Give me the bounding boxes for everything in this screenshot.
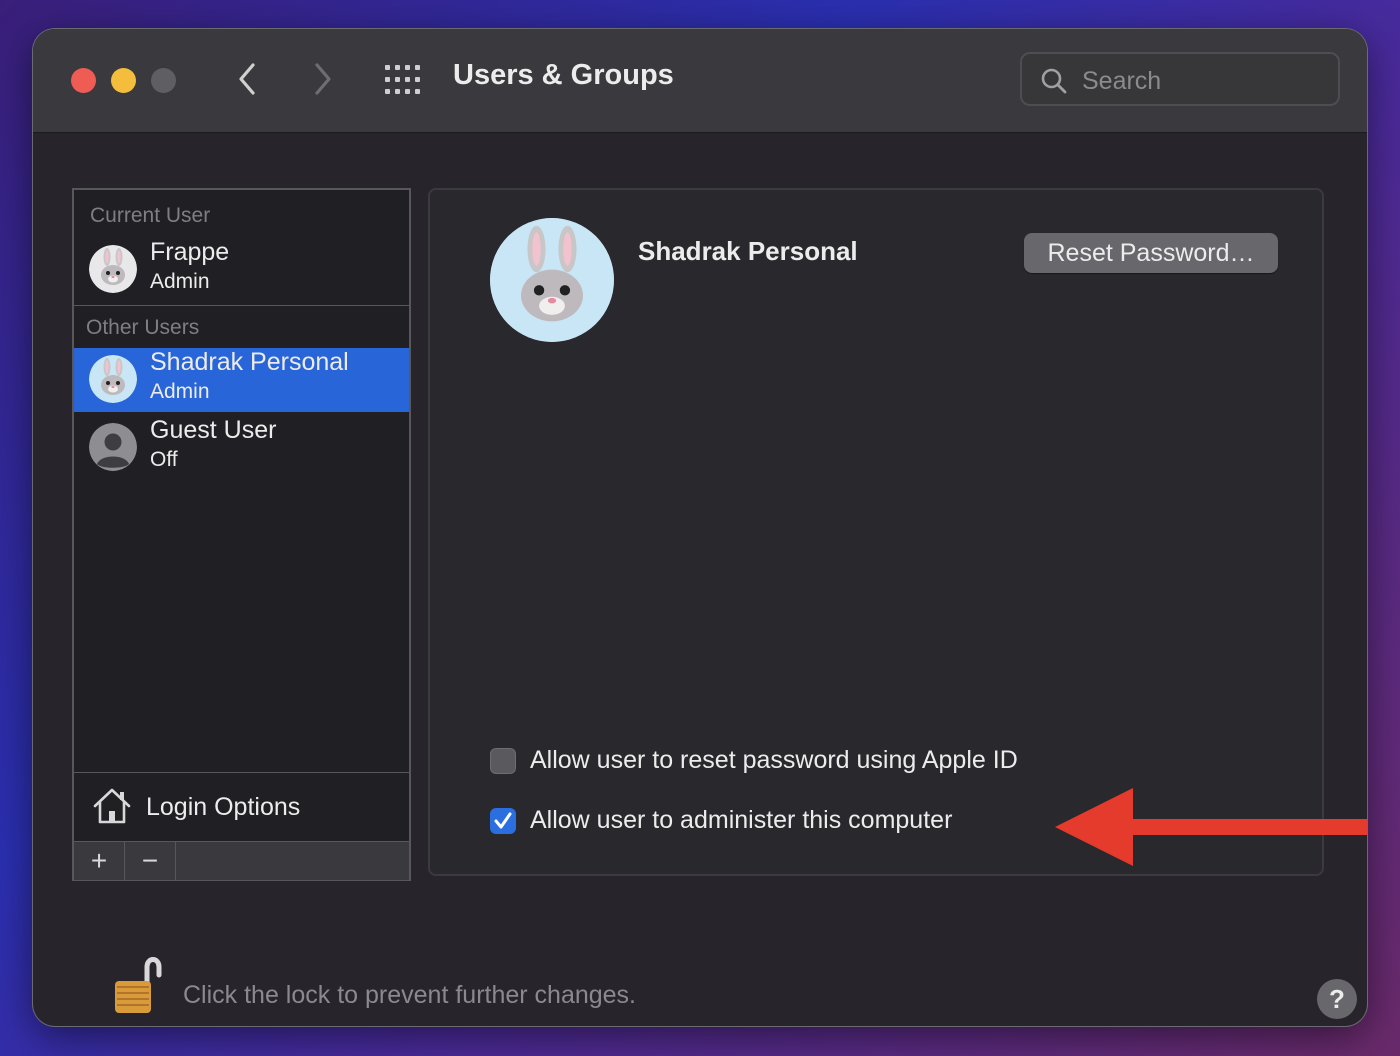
avatar	[89, 423, 137, 471]
zoom-window-button[interactable]	[151, 68, 176, 93]
login-options-item[interactable]: Login Options	[74, 773, 409, 841]
user-role: Off	[150, 448, 178, 471]
system-preferences-window: Users & Groups Current User	[33, 29, 1367, 1026]
search-field[interactable]	[1020, 52, 1340, 106]
reset-password-button[interactable]: Reset Password…	[1024, 233, 1278, 273]
back-button[interactable]	[233, 61, 263, 97]
selected-user-name: Shadrak Personal	[638, 236, 858, 266]
user-row-frappe[interactable]: Frappe Admin	[74, 238, 409, 302]
users-list: Current User Frappe Admin Other Users Sh…	[72, 188, 411, 881]
reset-apple-id-checkbox[interactable]	[490, 748, 516, 774]
minimize-window-button[interactable]	[111, 68, 136, 93]
user-detail-panel: Shadrak Personal Reset Password… Allow u…	[428, 188, 1324, 876]
user-name: Frappe	[150, 238, 230, 266]
user-name: Shadrak Personal	[150, 348, 349, 376]
user-row-shadrak-personal[interactable]: Shadrak Personal Admin	[74, 348, 409, 412]
unlocked-padlock-icon[interactable]	[111, 953, 167, 1017]
other-users-header: Other Users	[86, 316, 200, 339]
current-user-header: Current User	[90, 204, 211, 227]
user-role: Admin	[150, 380, 210, 403]
user-row-guest-user[interactable]: Guest User Off	[74, 416, 409, 480]
house-icon	[93, 788, 131, 824]
user-avatar-large[interactable]	[490, 218, 614, 342]
avatar	[89, 245, 137, 293]
lock-status-text: Click the lock to prevent further change…	[183, 981, 637, 1009]
administer-checkbox[interactable]	[490, 808, 516, 834]
close-window-button[interactable]	[71, 68, 96, 93]
avatar	[89, 355, 137, 403]
forward-button[interactable]	[307, 61, 337, 97]
bunny-memoji-icon	[490, 218, 614, 342]
search-icon	[1041, 68, 1067, 94]
user-name: Guest User	[150, 416, 277, 444]
show-all-button[interactable]	[385, 65, 421, 95]
add-user-button[interactable]: +	[74, 842, 125, 880]
bunny-memoji-icon	[89, 355, 137, 403]
chevron-right-icon	[315, 63, 331, 95]
remove-user-button[interactable]: −	[125, 842, 176, 880]
user-role: Admin	[150, 270, 210, 293]
title-bar: Users & Groups	[33, 29, 1367, 133]
help-button[interactable]: ?	[1317, 979, 1357, 1019]
list-button-bar: + −	[74, 841, 409, 880]
chevron-left-icon	[239, 63, 255, 95]
login-options-label: Login Options	[146, 793, 301, 821]
window-title: Users & Groups	[453, 59, 674, 91]
administer-label: Allow user to administer this computer	[530, 806, 953, 834]
search-input[interactable]	[1080, 64, 1334, 98]
checkmark-icon	[494, 812, 512, 829]
bunny-memoji-icon	[89, 245, 137, 293]
section-divider	[74, 305, 409, 306]
person-silhouette-icon	[89, 423, 137, 471]
reset-apple-id-label: Allow user to reset password using Apple…	[530, 746, 1018, 774]
red-arrow-annotation	[1055, 788, 1367, 866]
grid-icon	[385, 65, 420, 94]
